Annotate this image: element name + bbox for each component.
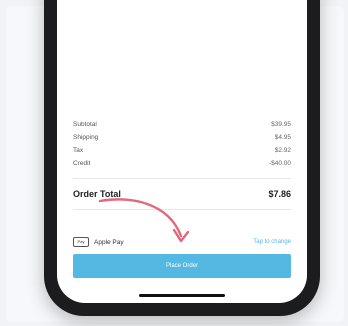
summary-label: Shipping: [73, 134, 99, 141]
order-total-row: Order Total $7.86: [73, 179, 291, 209]
summary-label: Tax: [73, 147, 84, 154]
apple-pay-icon: Pay: [73, 237, 89, 247]
summary-label: Credit: [73, 160, 91, 167]
summary-row-credit: Credit -$40.00: [73, 157, 291, 170]
summary-row-shipping: Shipping $4.95: [73, 131, 291, 144]
place-order-button[interactable]: Place Order: [73, 254, 291, 278]
order-summary: Subtotal $39.95 Shipping $4.95 Tax $2.92…: [73, 118, 291, 210]
summary-value: $2.92: [274, 147, 291, 154]
summary-row-tax: Tax $2.92: [73, 144, 291, 157]
order-total-label: Order Total: [73, 189, 121, 199]
payment-method: Pay Apple Pay: [73, 237, 124, 247]
order-total-value: $7.86: [268, 189, 291, 199]
divider: [73, 209, 291, 210]
summary-row-subtotal: Subtotal $39.95: [73, 118, 291, 131]
payment-method-row[interactable]: Pay Apple Pay Tap to change: [73, 235, 291, 249]
summary-value: $4.95: [274, 134, 291, 141]
phone-screen: Subtotal $39.95 Shipping $4.95 Tax $2.92…: [57, 0, 307, 303]
payment-method-label: Apple Pay: [94, 238, 124, 246]
phone-frame: Subtotal $39.95 Shipping $4.95 Tax $2.92…: [44, 0, 320, 316]
summary-value: $39.95: [271, 121, 291, 128]
summary-value: -$40.00: [268, 160, 291, 167]
change-payment-link[interactable]: Tap to change: [253, 239, 291, 245]
summary-label: Subtotal: [73, 121, 97, 128]
home-indicator: [139, 294, 225, 297]
